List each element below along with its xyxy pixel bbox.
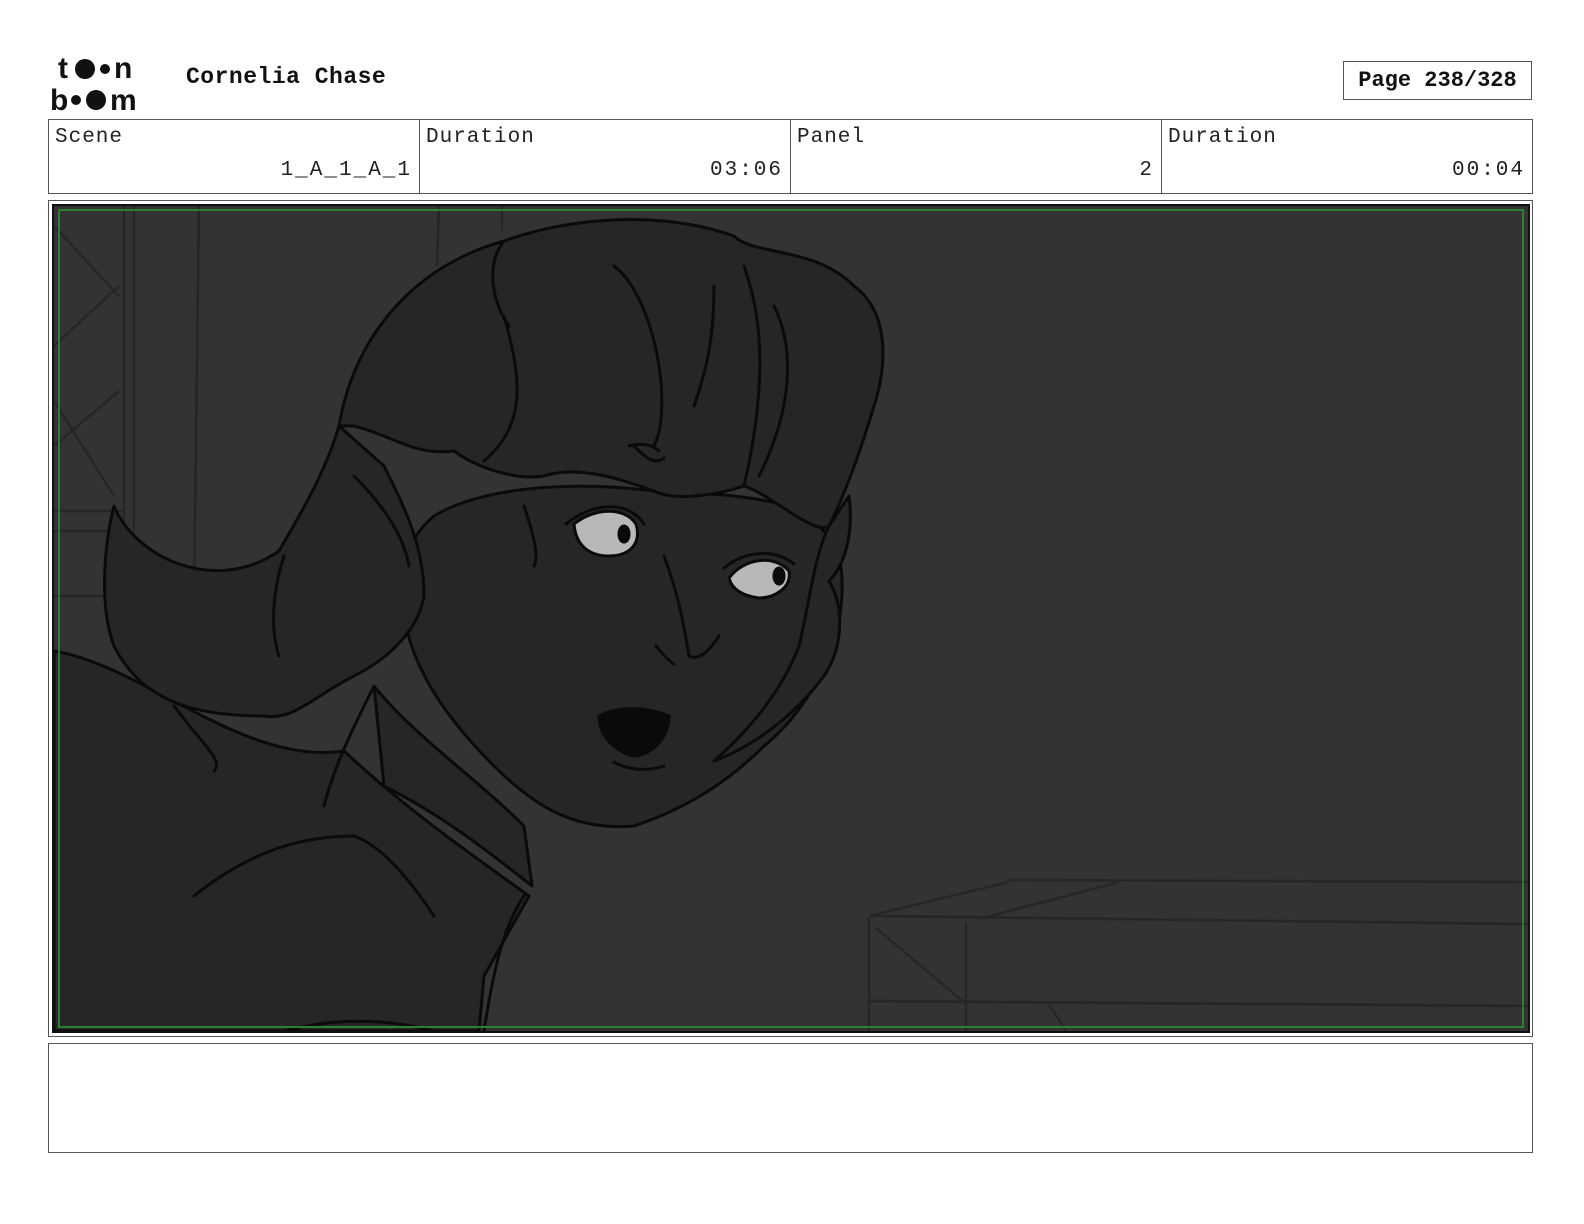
svg-text:m: m: [110, 84, 137, 114]
scene-duration-value: 03:06: [709, 159, 783, 182]
panel-drawing: [54, 206, 1528, 1031]
panel-notes: [48, 1043, 1533, 1153]
panel-duration-label: Duration: [1168, 126, 1277, 149]
toon-boom-logo: t n b m: [50, 52, 137, 114]
scene-value: 1_A_1_A_1: [280, 159, 412, 182]
scene-cell: Scene 1_A_1_A_1: [49, 120, 420, 193]
scene-duration-cell: Duration 03:06: [420, 120, 791, 193]
panel-duration-cell: Duration 00:04: [1162, 120, 1532, 193]
panel-value: 2: [1139, 159, 1154, 182]
page-number: Page 238/328: [1343, 61, 1532, 100]
panel-duration-value: 00:04: [1451, 159, 1525, 182]
panel-label: Panel: [797, 126, 866, 149]
svg-text:n: n: [114, 52, 132, 85]
storyboard-panel-image: [52, 204, 1530, 1033]
svg-text:b: b: [50, 84, 68, 114]
scene-duration-label: Duration: [426, 126, 535, 149]
panel-cell: Panel 2: [791, 120, 1162, 193]
svg-text:t: t: [58, 52, 68, 85]
project-title: Cornelia Chase: [186, 64, 387, 90]
scene-label: Scene: [55, 126, 124, 149]
scene-info-row: Scene 1_A_1_A_1 Duration 03:06 Panel 2 D…: [48, 119, 1533, 194]
